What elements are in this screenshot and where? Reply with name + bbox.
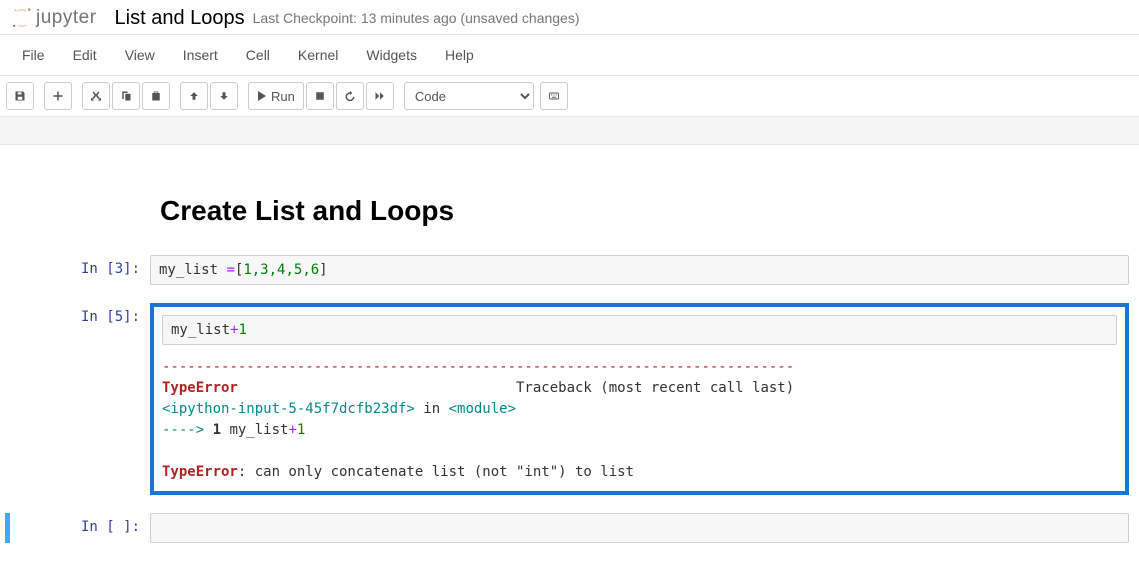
restart-button[interactable] bbox=[336, 82, 364, 110]
move-down-button[interactable] bbox=[210, 82, 238, 110]
fast-forward-icon bbox=[374, 90, 386, 102]
strip-bar bbox=[0, 117, 1139, 145]
jupyter-logo[interactable]: jupyter bbox=[10, 6, 97, 30]
move-up-button[interactable] bbox=[180, 82, 208, 110]
cell-input[interactable] bbox=[150, 513, 1129, 543]
menu-kernel[interactable]: Kernel bbox=[290, 43, 346, 67]
copy-button[interactable] bbox=[112, 82, 140, 110]
play-icon bbox=[257, 91, 267, 101]
save-icon bbox=[14, 90, 26, 102]
run-button[interactable]: Run bbox=[248, 82, 304, 110]
arrow-down-icon bbox=[218, 90, 230, 102]
arrow-up-icon bbox=[188, 90, 200, 102]
menu-view[interactable]: View bbox=[117, 43, 163, 67]
save-button[interactable] bbox=[6, 82, 34, 110]
cell-input[interactable]: my_list+1 bbox=[162, 315, 1117, 345]
menu-cell[interactable]: Cell bbox=[238, 43, 278, 67]
scissors-icon bbox=[90, 90, 102, 102]
run-label: Run bbox=[271, 89, 295, 104]
toolbar: Run Code bbox=[0, 76, 1139, 117]
cell-prompt: In [3]: bbox=[10, 255, 150, 285]
notebook-title[interactable]: List and Loops bbox=[115, 7, 245, 30]
stop-button[interactable] bbox=[306, 82, 334, 110]
notebook-area: Create List and Loops In [3]: my_list =[… bbox=[0, 145, 1139, 571]
plus-icon bbox=[52, 90, 64, 102]
checkpoint-text: Last Checkpoint: 13 minutes ago (unsaved… bbox=[253, 10, 580, 26]
paste-button[interactable] bbox=[142, 82, 170, 110]
copy-icon bbox=[120, 90, 132, 102]
menu-insert[interactable]: Insert bbox=[175, 43, 226, 67]
command-palette-button[interactable] bbox=[540, 82, 568, 110]
restart-icon bbox=[344, 90, 356, 102]
menu-widgets[interactable]: Widgets bbox=[358, 43, 425, 67]
code-cell[interactable]: In [5]: my_list+1 ----------------------… bbox=[10, 303, 1129, 495]
cell-prompt: In [ ]: bbox=[10, 513, 150, 543]
cell-output-error: ----------------------------------------… bbox=[162, 349, 1117, 483]
clipboard-icon bbox=[150, 90, 162, 102]
menu-help[interactable]: Help bbox=[437, 43, 482, 67]
stop-icon bbox=[314, 90, 326, 102]
add-cell-button[interactable] bbox=[44, 82, 72, 110]
keyboard-icon bbox=[548, 90, 560, 102]
menu-file[interactable]: File bbox=[14, 43, 53, 67]
notebook-heading: Create List and Loops bbox=[160, 195, 1129, 227]
cell-input[interactable]: my_list =[1,3,4,5,6] bbox=[150, 255, 1129, 285]
jupyter-logo-icon bbox=[10, 6, 34, 30]
code-cell[interactable]: In [3]: my_list =[1,3,4,5,6] bbox=[10, 255, 1129, 285]
menu-edit[interactable]: Edit bbox=[65, 43, 105, 67]
code-cell[interactable]: In [ ]: bbox=[5, 513, 1129, 543]
header: jupyter List and Loops Last Checkpoint: … bbox=[0, 0, 1139, 35]
jupyter-logo-text: jupyter bbox=[36, 7, 97, 29]
cell-type-select[interactable]: Code bbox=[404, 82, 534, 110]
cut-button[interactable] bbox=[82, 82, 110, 110]
menubar: File Edit View Insert Cell Kernel Widget… bbox=[0, 35, 1139, 76]
restart-run-all-button[interactable] bbox=[366, 82, 394, 110]
cell-prompt: In [5]: bbox=[10, 303, 150, 495]
